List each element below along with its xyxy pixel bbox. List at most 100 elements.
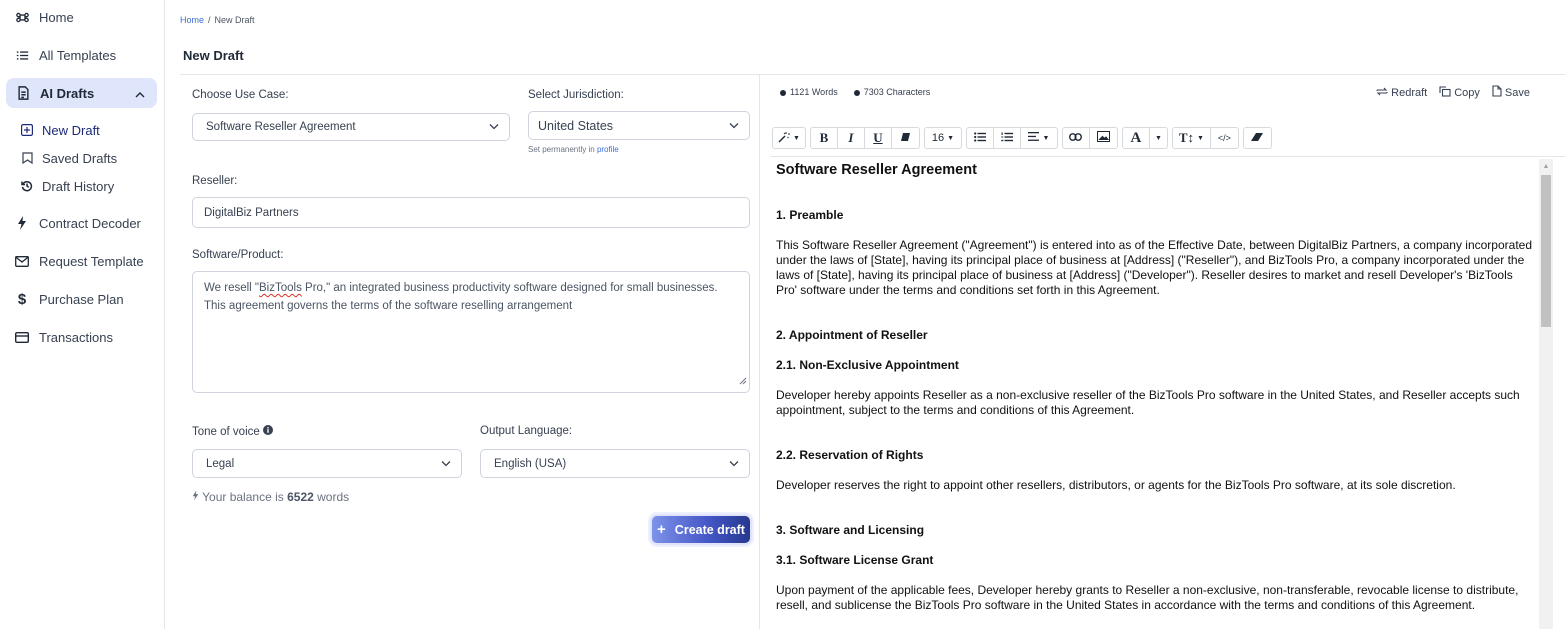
info-icon[interactable] (262, 425, 273, 438)
save-label: Save (1504, 86, 1530, 99)
balance-amount: 6522 (287, 490, 314, 504)
reseller-value: DigitalBiz Partners (204, 206, 299, 219)
language-label: Output Language: (480, 425, 573, 437)
magic-wand-button[interactable]: ▼ (773, 128, 805, 148)
draft-form: Choose Use Case: Software Reseller Agree… (192, 75, 752, 629)
document-icon (16, 86, 30, 100)
document-editor[interactable]: Software Reseller Agreement 1. Preamble … (776, 163, 1537, 629)
caret-down-icon: ▼ (947, 134, 955, 142)
scroll-up-arrow-icon[interactable]: ▲ (1539, 159, 1553, 173)
file-icon (1492, 85, 1502, 100)
profile-link[interactable]: profile (597, 145, 619, 154)
align-dropdown[interactable]: ▼ (1021, 128, 1057, 148)
command-icon (15, 10, 29, 24)
caret-down-icon: ▼ (1154, 134, 1162, 142)
scrollbar-thumb[interactable] (1541, 175, 1551, 327)
balance-prefix: Your balance is (202, 490, 284, 504)
create-draft-button[interactable]: + Create draft (650, 514, 752, 545)
spellcheck-flagged-word: BizTools (259, 282, 302, 294)
sidebar-item-contract-decoder[interactable]: Contract Decoder (0, 208, 164, 238)
bolt-icon (15, 216, 29, 230)
numbered-list-icon (1001, 132, 1013, 145)
image-icon (1096, 131, 1110, 145)
tone-select[interactable]: Legal (192, 449, 462, 478)
sidebar-subitem-saved-drafts[interactable]: Saved Drafts (0, 144, 164, 172)
sidebar-item-label: Saved Drafts (42, 150, 118, 166)
copy-icon (1439, 85, 1451, 100)
text-size-dropdown[interactable]: T↕ ▼ (1173, 128, 1211, 148)
editor-panel: 1121 Words 7303 Characters Redraft Copy (759, 75, 1565, 629)
insert-link-button[interactable] (1063, 128, 1090, 148)
document-stats: 1121 Words 7303 Characters (780, 87, 930, 97)
text-color-button[interactable]: A (1123, 128, 1150, 148)
section-heading: 1. Preamble (776, 208, 844, 222)
italic-button[interactable]: I (838, 128, 865, 148)
chevron-down-icon (489, 122, 499, 133)
jurisdiction-select[interactable]: United States (528, 111, 750, 140)
subsection-heading: 2.1. Non-Exclusive Appointment (776, 358, 959, 372)
bullet-list-button[interactable] (967, 128, 994, 148)
caret-down-icon: ▼ (1042, 134, 1050, 142)
breadcrumb: Home / New Draft (180, 15, 255, 25)
sidebar-item-home[interactable]: Home (0, 2, 164, 32)
product-text: We resell " (204, 282, 259, 294)
reseller-input[interactable]: DigitalBiz Partners (192, 197, 750, 228)
resize-handle-icon[interactable] (739, 373, 747, 391)
sidebar-item-label: Request Template (39, 253, 144, 269)
align-left-icon (1028, 132, 1040, 144)
language-select[interactable]: English (USA) (480, 449, 750, 478)
sidebar-item-all-templates[interactable]: All Templates (0, 40, 164, 70)
sidebar-item-transactions[interactable]: Transactions (0, 322, 164, 352)
subsection-heading: 3.1. Software License Grant (776, 553, 934, 567)
magic-wand-icon (778, 131, 790, 146)
document-scrollbar[interactable]: ▲ (1539, 159, 1553, 629)
chevron-down-icon (441, 458, 451, 469)
subsection-heading: 2.2. Reservation of Rights (776, 448, 924, 462)
list-icon (15, 48, 29, 62)
use-case-select[interactable]: Software Reseller Agreement (192, 113, 510, 141)
caret-down-icon: ▼ (1196, 134, 1204, 142)
sidebar-item-label: AI Drafts (40, 85, 95, 101)
page-title: New Draft (183, 48, 244, 63)
text-height-icon: T↕ (1178, 130, 1194, 145)
code-view-button[interactable]: </> (1211, 128, 1238, 148)
sidebar-subitem-draft-history[interactable]: Draft History (0, 172, 164, 200)
breadcrumb-home-link[interactable]: Home (180, 15, 204, 25)
section-heading: 2. Appointment of Reseller (776, 328, 928, 342)
insert-image-button[interactable] (1090, 128, 1117, 148)
underline-button[interactable]: U (865, 128, 892, 148)
font-size-dropdown[interactable]: 16 ▼ (925, 128, 961, 148)
font-size-value: 16 (931, 132, 945, 144)
sidebar-subitem-new-draft[interactable]: New Draft (0, 116, 164, 144)
section-heading: 3. Software and Licensing (776, 523, 925, 537)
character-count: 7303 Characters (853, 87, 930, 97)
numbered-list-button[interactable] (994, 128, 1021, 148)
jurisdiction-label: Select Jurisdiction: (528, 89, 624, 101)
bullet-list-icon (974, 131, 986, 145)
tone-label: Tone of voice (192, 425, 273, 438)
language-value: English (USA) (494, 457, 567, 470)
sidebar-item-ai-drafts[interactable]: AI Drafts (6, 78, 157, 108)
sidebar: Home All Templates AI Drafts New Draft S… (0, 0, 165, 629)
section-paragraph: Upon payment of the applicable fees, Dev… (776, 583, 1519, 612)
save-button[interactable]: Save (1492, 85, 1530, 100)
dollar-icon: $ (17, 290, 27, 308)
sidebar-item-purchase-plan[interactable]: $ Purchase Plan (0, 284, 164, 314)
hint-text: Set permanently in (528, 145, 595, 154)
eraser-icon (1251, 132, 1264, 144)
product-textarea[interactable]: We resell "BizTools Pro," an integrated … (192, 271, 750, 393)
product-label: Software/Product: (192, 249, 284, 261)
bolt-icon (192, 490, 202, 504)
section-paragraph: Developer hereby appoints Reseller as a … (776, 388, 1520, 417)
text-color-dropdown[interactable]: ▼ (1150, 128, 1167, 148)
sidebar-item-label: Transactions (39, 329, 113, 345)
sidebar-item-request-template[interactable]: Request Template (0, 246, 164, 276)
remove-format-button[interactable] (1244, 128, 1271, 148)
eraser-icon (900, 132, 911, 145)
word-count: 1121 Words (780, 87, 838, 97)
copy-button[interactable]: Copy (1439, 85, 1480, 100)
divider (770, 156, 1565, 157)
bold-button[interactable]: B (811, 128, 838, 148)
redraft-button[interactable]: Redraft (1376, 85, 1427, 100)
clear-format-button[interactable] (892, 128, 919, 148)
